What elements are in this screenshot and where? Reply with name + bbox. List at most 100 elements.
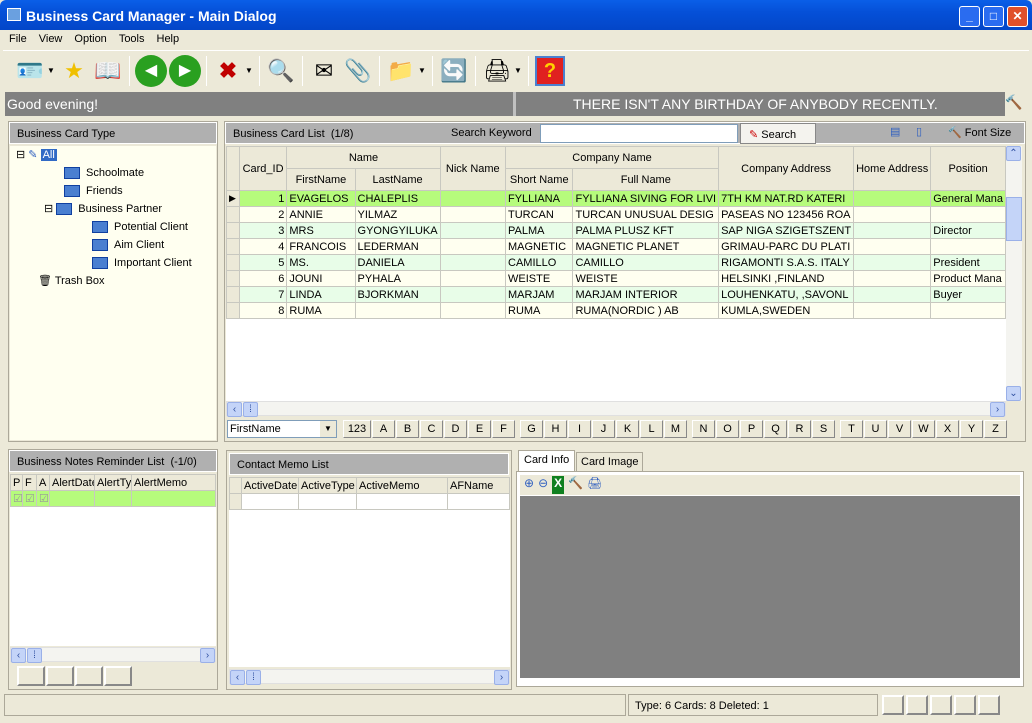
- table-cell[interactable]: MARJAM: [504, 286, 574, 303]
- table-row[interactable]: ▶ 1 EVAGELOS CHALEPLIS FYLLIANA FYLLIANA SIVI…: [226, 190, 1006, 207]
- col-nick-name[interactable]: Nick Name: [439, 146, 507, 191]
- table-cell[interactable]: PASEAS NO 123456 ROA: [718, 206, 855, 223]
- row-selector[interactable]: [226, 206, 240, 223]
- sync-icon[interactable]: 🔄: [437, 54, 471, 88]
- table-cell[interactable]: ANNIE: [286, 206, 356, 223]
- alpha-button-r[interactable]: R: [788, 420, 811, 438]
- table-cell[interactable]: DANIELA: [354, 254, 441, 271]
- tree-node-schoolmate[interactable]: Schoolmate: [64, 164, 144, 182]
- alpha-button-l[interactable]: L: [640, 420, 663, 438]
- alpha-button-i[interactable]: I: [568, 420, 591, 438]
- menu-help[interactable]: Help: [151, 30, 186, 48]
- tree-node-trash-box[interactable]: 🗑 Trash Box: [38, 272, 105, 290]
- table-cell[interactable]: SAP NIGA SZIGETSZENT: [718, 222, 855, 239]
- alpha-button-s[interactable]: S: [812, 420, 835, 438]
- alpha-button-f[interactable]: F: [492, 420, 515, 438]
- folder-import-icon[interactable]: 📁: [384, 54, 418, 88]
- alpha-button-g[interactable]: G: [520, 420, 543, 438]
- alpha-button-t[interactable]: T: [840, 420, 863, 438]
- layout-three-pane-icon[interactable]: [954, 695, 976, 715]
- table-row[interactable]: 3 MRS GYONGYILUKA PALMA PALMA PLUSZ KFT SAP N…: [226, 222, 1006, 239]
- calendar-day-icon[interactable]: [104, 666, 132, 686]
- table-cell[interactable]: 8: [238, 302, 288, 319]
- scroll-down-button[interactable]: ⌄: [1006, 386, 1021, 401]
- table-cell[interactable]: [439, 254, 507, 271]
- hammer-icon[interactable]: 🔨: [568, 476, 583, 494]
- row-selector[interactable]: [226, 254, 240, 271]
- table-cell[interactable]: MARJAM INTERIOR: [572, 286, 720, 303]
- tree-node-friends[interactable]: Friends: [64, 182, 123, 200]
- table-row[interactable]: 5 MS. DANIELA CAMILLO CAMILLO RIGAMONTI S.A.S…: [226, 254, 1006, 271]
- col-short-name[interactable]: Short Name: [504, 168, 574, 191]
- table-cell[interactable]: GRIMAU-PARC DU PLATI: [718, 238, 855, 255]
- vertical-scrollbar[interactable]: ⌃ ⌄: [1006, 146, 1022, 401]
- back-icon[interactable]: ◀: [134, 54, 168, 88]
- table-row[interactable]: 4 FRANCOIS LEDERMAN MAGNETIC MAGNETIC PLANET…: [226, 238, 1006, 255]
- alpha-button-u[interactable]: U: [864, 420, 887, 438]
- horizontal-scrollbar[interactable]: ‹ ⁞ ›: [229, 669, 510, 685]
- table-cell[interactable]: [439, 302, 507, 319]
- alpha-button-c[interactable]: C: [420, 420, 443, 438]
- col-company-address[interactable]: Company Address: [718, 146, 855, 191]
- table-cell[interactable]: PALMA: [504, 222, 574, 239]
- table-cell[interactable]: Buyer: [930, 286, 1006, 303]
- row-selector[interactable]: [226, 238, 240, 255]
- favorite-icon[interactable]: ★: [57, 54, 91, 88]
- col-active-type[interactable]: ActiveType: [298, 477, 357, 494]
- scroll-thumb[interactable]: [1006, 197, 1022, 241]
- table-cell[interactable]: President: [930, 254, 1006, 271]
- col-a[interactable]: A: [36, 474, 50, 491]
- alpha-button-n[interactable]: N: [692, 420, 715, 438]
- table-cell[interactable]: TURCAN: [504, 206, 574, 223]
- table-cell[interactable]: [853, 238, 932, 255]
- col-p[interactable]: P: [10, 474, 23, 491]
- table-cell[interactable]: CAMILLO: [504, 254, 574, 271]
- alpha-button-p[interactable]: P: [740, 420, 763, 438]
- minimize-button[interactable]: _: [959, 6, 980, 27]
- alpha-button-m[interactable]: M: [664, 420, 687, 438]
- menu-option[interactable]: Option: [68, 30, 112, 48]
- table-cell[interactable]: LEDERMAN: [354, 238, 441, 255]
- print-icon[interactable]: 🖨: [480, 54, 514, 88]
- tab-card-image[interactable]: Card Image: [576, 452, 644, 471]
- table-cell[interactable]: FRANCOIS: [286, 238, 356, 255]
- table-cell[interactable]: 3: [238, 222, 288, 239]
- row-selector[interactable]: [226, 222, 240, 239]
- table-cell[interactable]: YILMAZ: [354, 206, 441, 223]
- table-cell[interactable]: MAGNETIC PLANET: [572, 238, 720, 255]
- table-cell[interactable]: Product Mana: [930, 270, 1006, 287]
- help-icon[interactable]: ?: [533, 54, 567, 88]
- table-cell[interactable]: RUMA(NORDIC ) AB: [572, 302, 720, 319]
- table-cell[interactable]: [930, 302, 1006, 319]
- table-cell[interactable]: General Mana: [930, 190, 1006, 207]
- table-cell[interactable]: JOUNI: [286, 270, 356, 287]
- table-cell[interactable]: FYLLIANA: [504, 190, 574, 207]
- checkbox-a[interactable]: ☑: [36, 490, 50, 507]
- table-cell[interactable]: WEISTE: [572, 270, 720, 287]
- alpha-button-v[interactable]: V: [888, 420, 911, 438]
- row-selector[interactable]: ▶: [226, 190, 240, 207]
- col-active-memo[interactable]: ActiveMemo: [356, 477, 448, 494]
- table-cell[interactable]: [853, 270, 932, 287]
- table-cell[interactable]: EVAGELOS: [286, 190, 356, 207]
- scroll-left-button[interactable]: ‹: [227, 402, 242, 417]
- col-f[interactable]: F: [22, 474, 37, 491]
- alpha-button-x[interactable]: X: [936, 420, 959, 438]
- table-cell[interactable]: Director: [930, 222, 1006, 239]
- table-cell[interactable]: [930, 206, 1006, 223]
- table-cell[interactable]: RUMA: [286, 302, 356, 319]
- table-cell[interactable]: [853, 206, 932, 223]
- table-cell[interactable]: [439, 238, 507, 255]
- col-first-name[interactable]: FirstName: [286, 168, 356, 191]
- checkbox-p[interactable]: ☑: [10, 490, 23, 507]
- table-cell[interactable]: [439, 190, 507, 207]
- close-button[interactable]: ✕: [1007, 6, 1028, 27]
- col-card-id[interactable]: Card_ID: [238, 146, 288, 191]
- table-cell[interactable]: 2: [238, 206, 288, 223]
- table-cell[interactable]: 6: [238, 270, 288, 287]
- scroll-right-button[interactable]: ›: [200, 648, 215, 663]
- table-cell[interactable]: MS.: [286, 254, 356, 271]
- alpha-button-a[interactable]: A: [372, 420, 395, 438]
- table-cell[interactable]: WEISTE: [504, 270, 574, 287]
- col-position[interactable]: Position: [930, 146, 1006, 191]
